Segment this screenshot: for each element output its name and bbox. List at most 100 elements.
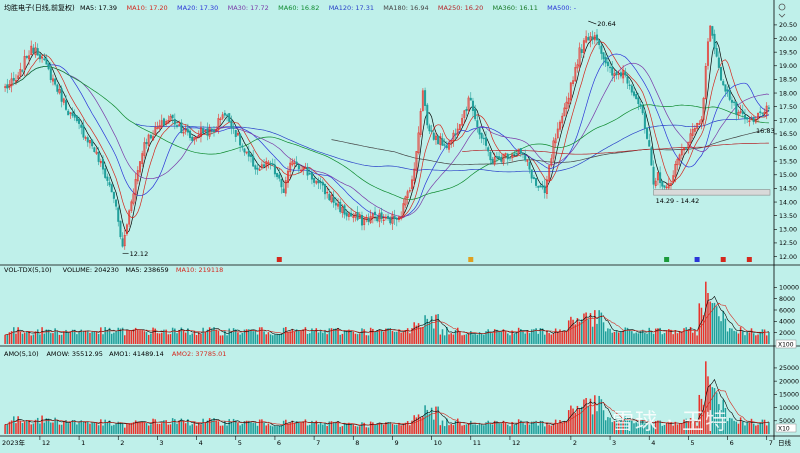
header-item: MA5: 17.39	[80, 4, 117, 12]
volume-bar	[115, 331, 117, 344]
event-marker-icon[interactable]	[694, 257, 700, 262]
volume-bar	[722, 310, 724, 344]
event-marker-icon[interactable]	[276, 257, 282, 262]
amount-bar	[115, 423, 117, 434]
candle-body	[297, 165, 300, 170]
amount-bar	[341, 426, 344, 434]
volume-bar	[724, 318, 727, 344]
amount-bar	[161, 423, 163, 434]
volume-unit-label: X100	[778, 342, 794, 349]
candle-body	[234, 130, 237, 137]
candle-body	[189, 130, 192, 138]
candle-body	[32, 47, 35, 54]
amount-bar	[267, 423, 270, 434]
volume-bar	[19, 331, 22, 344]
volume-bar	[748, 332, 751, 344]
amount-bar	[587, 405, 590, 434]
chart-canvas[interactable]: 均胜电子(日线,前复权) MA5: 17.39 MA10: 17.20 MA20: …	[0, 0, 800, 449]
price-tick-label: 15.00	[779, 172, 797, 179]
header-item: MA180: 16.94	[383, 4, 428, 12]
amount-bar	[448, 425, 450, 434]
month-tick-label: 1	[81, 439, 85, 447]
header-item: MA10: 219118	[176, 266, 223, 274]
amount-bar	[293, 423, 296, 434]
volume-bar	[500, 331, 503, 344]
amount-bar	[742, 421, 744, 434]
event-marker-icon[interactable]	[746, 257, 752, 262]
candle-body	[36, 48, 39, 56]
amount-bar	[274, 425, 276, 434]
amount-bar	[748, 422, 751, 434]
volume-bar	[463, 334, 466, 344]
candle-body	[186, 129, 189, 133]
volume-bar	[124, 335, 126, 344]
volume-bar	[200, 333, 202, 344]
amount-bar	[567, 410, 570, 434]
amount-bar	[382, 424, 385, 434]
candle-body	[210, 128, 213, 131]
volume-bar	[598, 310, 600, 344]
amount-bar	[189, 425, 191, 434]
amount-bar	[17, 416, 19, 434]
volume-bar	[646, 333, 648, 344]
volume-bar	[4, 334, 6, 344]
volume-bar	[563, 331, 566, 344]
amount-bar	[239, 425, 241, 434]
volume-bar	[226, 335, 228, 344]
candle-body	[271, 163, 274, 165]
amount-bar	[36, 417, 39, 434]
volume-bar	[113, 332, 115, 344]
volume-bar	[60, 334, 63, 344]
amount-bar	[256, 425, 259, 434]
volume-bar	[274, 334, 276, 344]
amount-bar	[217, 421, 220, 434]
month-tick-label: 11	[473, 439, 481, 447]
candle-body	[445, 145, 448, 149]
candle-body	[767, 107, 770, 109]
amount-bar	[409, 425, 411, 434]
volume-bar	[167, 334, 170, 344]
candle-body	[443, 144, 446, 146]
volume-bar	[332, 328, 335, 344]
candle-body	[60, 88, 63, 102]
volume-panel-header: VOL-TDX(5,10) VOLUME: 204230 MA5: 238659 MA…	[4, 266, 223, 274]
volume-bar	[43, 333, 46, 344]
volume-bar	[126, 329, 128, 344]
candle-body	[528, 162, 531, 170]
year-label: 2023年	[2, 438, 26, 447]
volume-bar	[141, 330, 143, 344]
candle-body	[611, 66, 614, 76]
candle-body	[228, 113, 231, 122]
candle-body	[495, 156, 498, 158]
stock-chart-window: 均胜电子(日线,前复权) MA5: 17.39 MA10: 17.20 MA20: …	[0, 0, 800, 449]
volume-bar	[280, 333, 283, 344]
candle-body	[12, 77, 15, 81]
candle-body	[356, 211, 359, 220]
amount-bar	[280, 425, 283, 434]
volume-bar	[161, 332, 163, 344]
candle-body	[121, 238, 124, 247]
amount-bar	[306, 425, 309, 434]
period-label: 日线	[778, 438, 792, 447]
candle-body	[25, 55, 28, 58]
candle-body	[454, 133, 457, 135]
amount-bar	[250, 421, 252, 434]
candle-body	[580, 49, 583, 53]
amount-bar	[180, 418, 183, 434]
volume-bar	[409, 333, 411, 344]
event-marker-icon[interactable]	[664, 257, 670, 262]
volume-bar	[565, 331, 568, 344]
candle-body	[75, 115, 78, 122]
candle-body	[38, 54, 41, 60]
amount-bar	[169, 424, 172, 434]
volume-bar	[102, 334, 104, 344]
event-marker-icon[interactable]	[720, 257, 726, 262]
candle-body	[206, 128, 209, 136]
volume-bar	[182, 330, 185, 344]
event-marker-icon[interactable]	[468, 257, 474, 262]
amount-bar	[583, 399, 585, 434]
amount-bar	[596, 411, 598, 434]
candle-body	[474, 108, 477, 120]
amount-panel-header: AMO(5,10) AMOW: 35512.95 AMO1: 41489.14 AMO…	[4, 350, 226, 358]
volume-bar	[374, 331, 376, 344]
